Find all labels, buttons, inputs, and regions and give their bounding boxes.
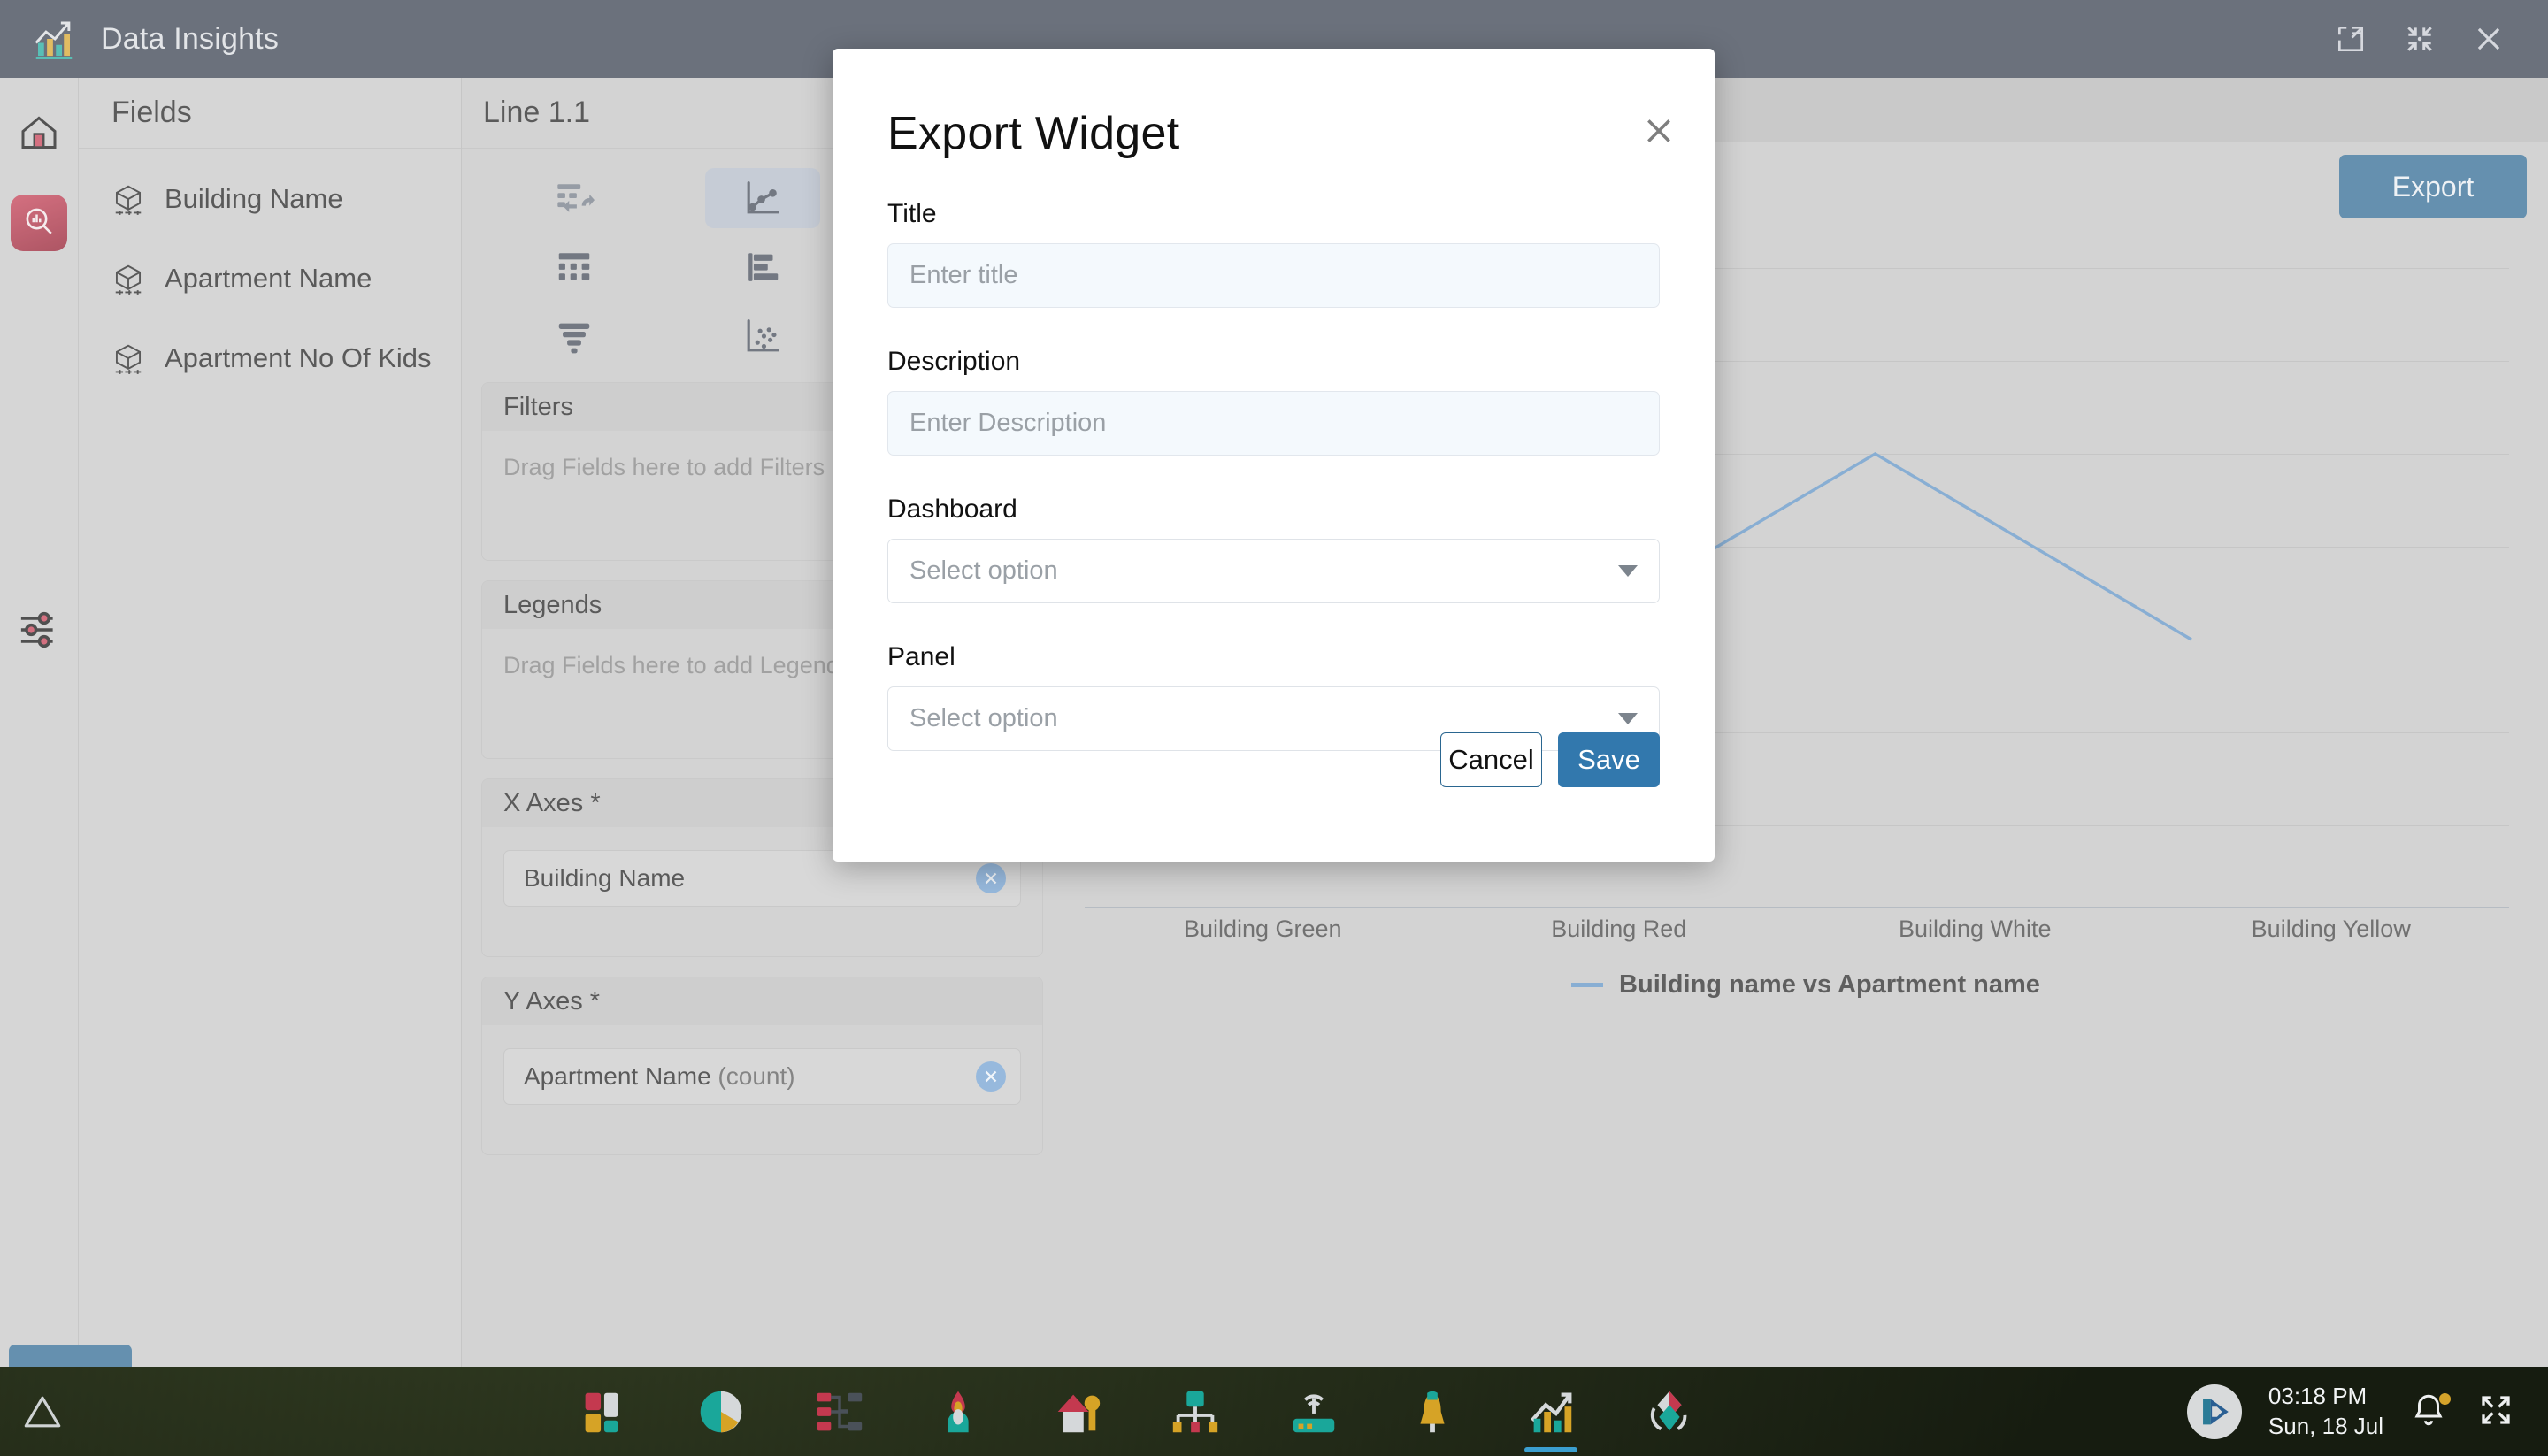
taskbar-app-workflow[interactable] [797,1367,882,1456]
export-widget-dialog: Export Widget Title Description Dashboar… [833,49,1715,862]
taskbar-app-sync[interactable] [1627,1367,1712,1456]
taskbar-app-insights[interactable] [1508,1367,1593,1456]
dialog-actions: Cancel Save [1440,732,1660,787]
taskbar-status: 03:18 PM Sun, 18 Jul [2186,1382,2548,1441]
taskbar-app-alerts[interactable] [1390,1367,1475,1456]
taskbar: 03:18 PM Sun, 18 Jul [0,1367,2548,1456]
title-input[interactable] [887,243,1660,308]
taskbar-apps [85,1367,2187,1456]
fullscreen-icon[interactable] [2477,1391,2518,1432]
screen: Data Insights Fields Building Name Apart… [0,0,2548,1456]
dialog-title: Export Widget [887,108,1180,159]
dashboard-select[interactable]: Select option [887,539,1660,603]
description-input[interactable] [887,391,1660,456]
avatar[interactable] [2186,1383,2242,1439]
close-dialog-icon[interactable] [1639,111,1679,151]
title-field-label: Title [887,199,937,228]
taskbar-app-reports[interactable] [679,1367,764,1456]
chevron-down-icon [1618,713,1638,724]
taskbar-app-assets[interactable] [1153,1367,1238,1456]
taskbar-app-devices[interactable] [1271,1367,1356,1456]
clock-date: Sun, 18 Jul [2268,1412,2383,1439]
panel-field-label: Panel [887,642,956,671]
save-button[interactable]: Save [1558,732,1660,787]
system-warning-icon[interactable] [0,1391,85,1432]
cancel-button[interactable]: Cancel [1440,732,1542,787]
description-field-label: Description [887,347,1021,376]
chevron-down-icon [1618,565,1638,577]
application-window: Data Insights Fields Building Name Apart… [0,0,2548,1367]
clock-time: 03:18 PM [2268,1383,2368,1410]
notification-badge [2439,1392,2451,1405]
notifications-bell-icon[interactable] [2410,1391,2451,1432]
taskbar-app-properties[interactable] [1034,1367,1119,1456]
panel-select-value: Select option [909,704,1058,732]
taskbar-app-modules[interactable] [560,1367,645,1456]
taskbar-app-people[interactable] [916,1367,1001,1456]
dashboard-select-value: Select option [909,556,1058,585]
clock[interactable]: 03:18 PM Sun, 18 Jul [2268,1382,2383,1441]
dashboard-field-label: Dashboard [887,494,1017,524]
